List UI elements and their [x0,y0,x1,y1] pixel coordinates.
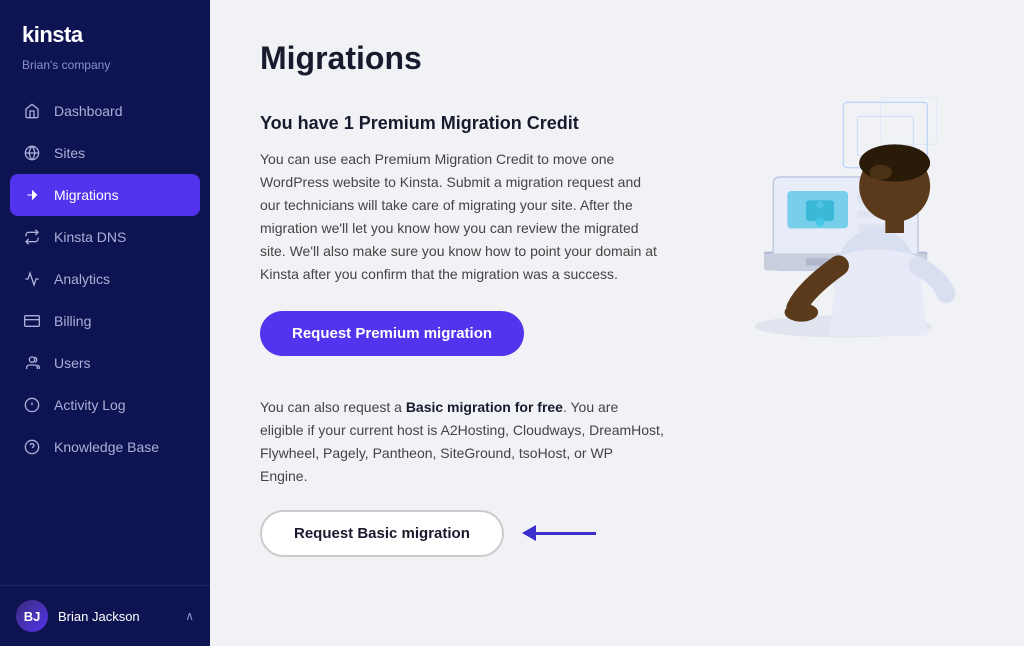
sidebar: kinsta Brian's company Dashboard Sites M… [0,0,210,646]
user-name: Brian Jackson [58,609,140,624]
sites-icon [22,143,42,163]
basic-button-wrapper: Request Basic migration [260,510,664,557]
basic-desc-prefix: You can also request a [260,399,406,415]
arrow-head [522,525,536,541]
activity-log-icon [22,395,42,415]
sidebar-item-analytics[interactable]: Analytics [0,258,210,300]
user-info: BJ Brian Jackson [16,600,140,632]
home-icon [22,101,42,121]
avatar-image: BJ [16,600,48,632]
premium-section: You have 1 Premium Migration Credit You … [260,113,664,356]
sidebar-item-sites[interactable]: Sites [0,132,210,174]
sidebar-item-knowledge-base[interactable]: Knowledge Base [0,426,210,468]
sidebar-item-users-label: Users [54,355,91,371]
request-basic-migration-button[interactable]: Request Basic migration [260,510,504,557]
company-name: Brian's company [0,56,210,90]
user-footer[interactable]: BJ Brian Jackson ∧ [0,585,210,646]
arrow-line [536,532,596,535]
premium-description: You can use each Premium Migration Credi… [260,148,664,287]
sidebar-item-kinsta-dns[interactable]: Kinsta DNS [0,216,210,258]
sidebar-item-sites-label: Sites [54,145,85,161]
sidebar-item-kinsta-dns-label: Kinsta DNS [54,229,126,245]
billing-icon [22,311,42,331]
chevron-up-icon: ∧ [185,609,194,623]
logo: kinsta [22,22,188,48]
arrow-indicator [524,525,596,541]
sidebar-item-dashboard[interactable]: Dashboard [0,90,210,132]
sidebar-item-billing-label: Billing [54,313,91,329]
premium-heading: You have 1 Premium Migration Credit [260,113,664,134]
analytics-icon [22,269,42,289]
logo-area: kinsta [0,0,210,56]
migrations-icon [22,185,42,205]
main-content: Migrations You have 1 Premium Migration … [210,0,1024,646]
sidebar-item-migrations[interactable]: Migrations [10,174,200,216]
sidebar-item-users[interactable]: Users [0,342,210,384]
avatar: BJ [16,600,48,632]
sidebar-item-analytics-label: Analytics [54,271,110,287]
basic-section: You can also request a Basic migration f… [260,396,664,557]
users-icon [22,353,42,373]
sidebar-item-dashboard-label: Dashboard [54,103,123,119]
sidebar-item-activity-log-label: Activity Log [54,397,126,413]
migration-illustration [694,93,974,397]
sidebar-nav: Dashboard Sites Migrations Kinsta DNS [0,90,210,585]
dns-icon [22,227,42,247]
sidebar-item-billing[interactable]: Billing [0,300,210,342]
sidebar-item-activity-log[interactable]: Activity Log [0,384,210,426]
basic-desc-bold: Basic migration for free [406,399,563,415]
left-content: You have 1 Premium Migration Credit You … [260,113,664,557]
sidebar-item-migrations-label: Migrations [54,187,119,203]
content-area: You have 1 Premium Migration Credit You … [260,113,974,557]
basic-description: You can also request a Basic migration f… [260,396,664,488]
sidebar-item-knowledge-base-label: Knowledge Base [54,439,159,455]
knowledge-base-icon [22,437,42,457]
page-title: Migrations [260,40,974,77]
request-premium-migration-button[interactable]: Request Premium migration [260,311,524,356]
